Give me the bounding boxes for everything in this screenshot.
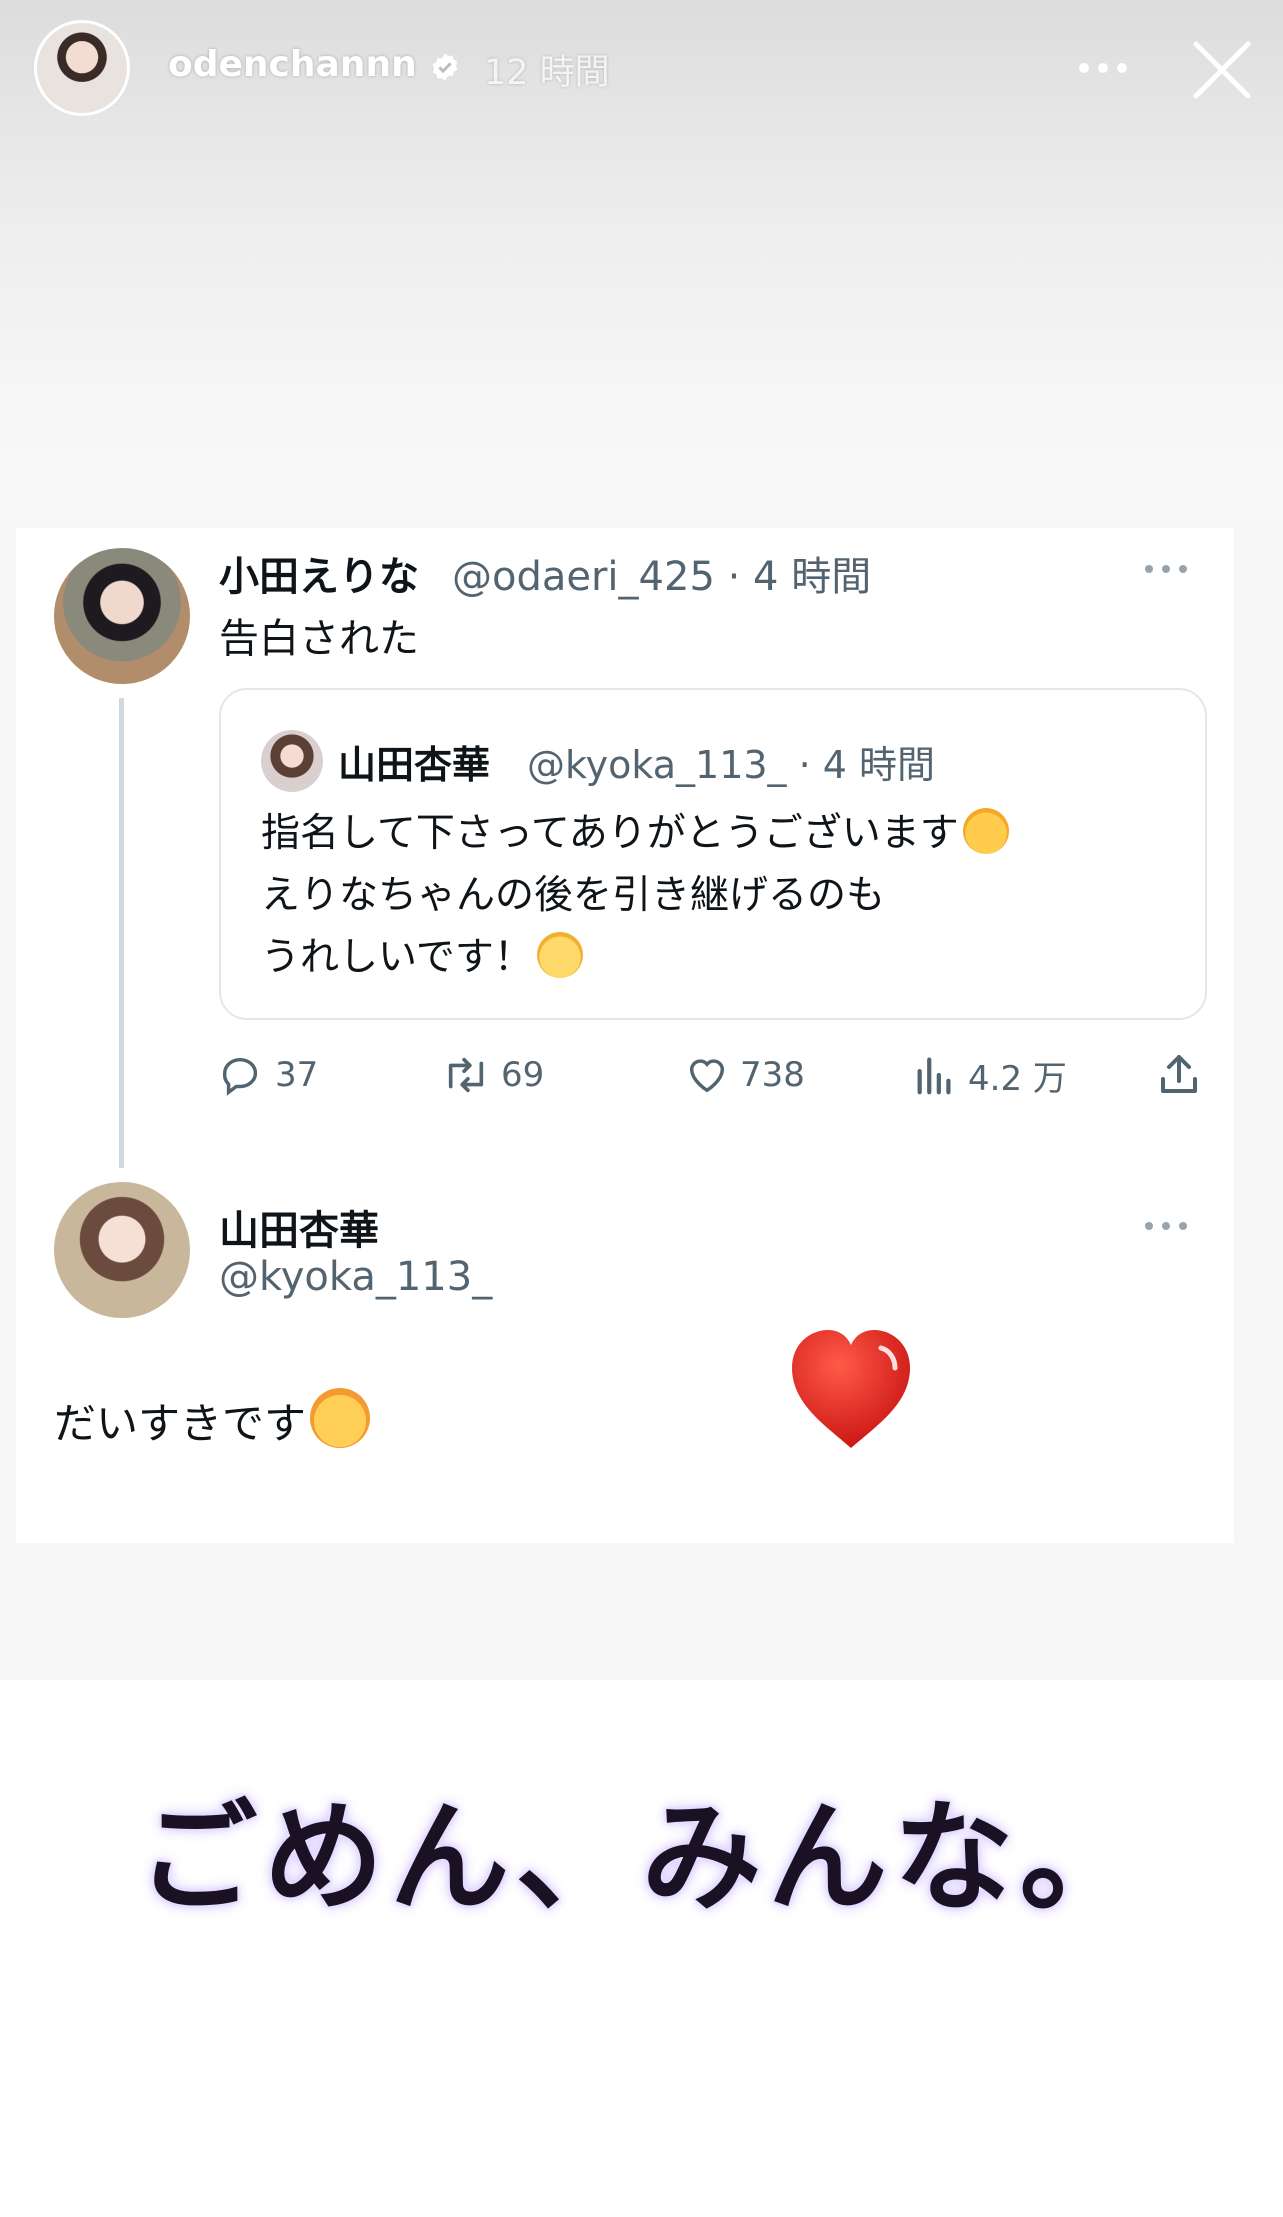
quoted-author-handle: @kyoka_113_ · 4 時間 [527,743,936,787]
reply-count: 37 [275,1055,319,1095]
tweet-text: 告白された [219,616,419,662]
pleading-face-emoji [536,932,583,978]
tweet-more-icon[interactable] [1144,564,1188,574]
author-avatar[interactable] [54,548,190,684]
reply-button[interactable]: 37 [219,1050,318,1100]
reply-author-name[interactable]: 山田杏華 [219,1198,379,1256]
crying-face-emoji [962,808,1009,854]
author-handle[interactable]: @odaeri_425 · 4 時間 [452,544,871,602]
story-avatar[interactable] [34,20,130,116]
story-more-icon[interactable] [1078,62,1128,74]
heart-sticker[interactable] [786,1326,916,1452]
like-button[interactable]: 738 [684,1050,805,1100]
heart-icon [689,1059,725,1093]
share-button[interactable] [1155,1050,1213,1100]
share-icon [1161,1055,1197,1093]
views-button[interactable]: 4.2 万 [912,1050,1067,1100]
close-icon[interactable] [1190,38,1254,102]
story-timestamp: 12 時間 [484,53,610,93]
view-count: 4.2 万 [968,1058,1067,1099]
story-username[interactable]: odenchannn [168,44,417,85]
retweet-count: 69 [501,1055,545,1095]
tweet-screenshot-card: 小田えりな @odaeri_425 · 4 時間 告白された 山田杏華 @kyo… [16,528,1234,1543]
retweet-icon [448,1057,484,1093]
story-caption-text: ごめん、みんな。 [137,1789,1146,1928]
reply-author-avatar[interactable] [54,1182,190,1318]
quoted-text-line: えりなちゃんの後を引き継げるのも [261,873,886,918]
thread-line [119,698,124,1168]
story-header: odenchannn 12 時間 [0,0,1283,135]
smiling-face-with-hearts-emoji [310,1388,371,1448]
quoted-author-avatar [261,730,323,792]
quoted-author-name: 山田杏華 [338,743,491,787]
reply-text: だいすきです [54,1388,371,1451]
like-count: 738 [740,1055,805,1095]
reply-author-handle[interactable]: @kyoka_113_ [219,1254,492,1300]
verified-badge-icon [432,53,458,81]
views-chart-icon [917,1057,951,1095]
tweet-action-bar: 37 69 738 4.2 万 [219,1040,1209,1110]
author-name[interactable]: 小田えりな [219,544,419,602]
reply-more-icon[interactable] [1144,1221,1188,1231]
retweet-button[interactable]: 69 [441,1050,544,1100]
quoted-tweet[interactable]: 山田杏華 @kyoka_113_ · 4 時間 指名して下さってありがとうござい… [219,688,1207,1020]
quoted-text-line: うれしいです！ [261,926,583,982]
quoted-text-line: 指名して下さってありがとうございます [261,802,1009,858]
reply-icon [223,1057,258,1096]
